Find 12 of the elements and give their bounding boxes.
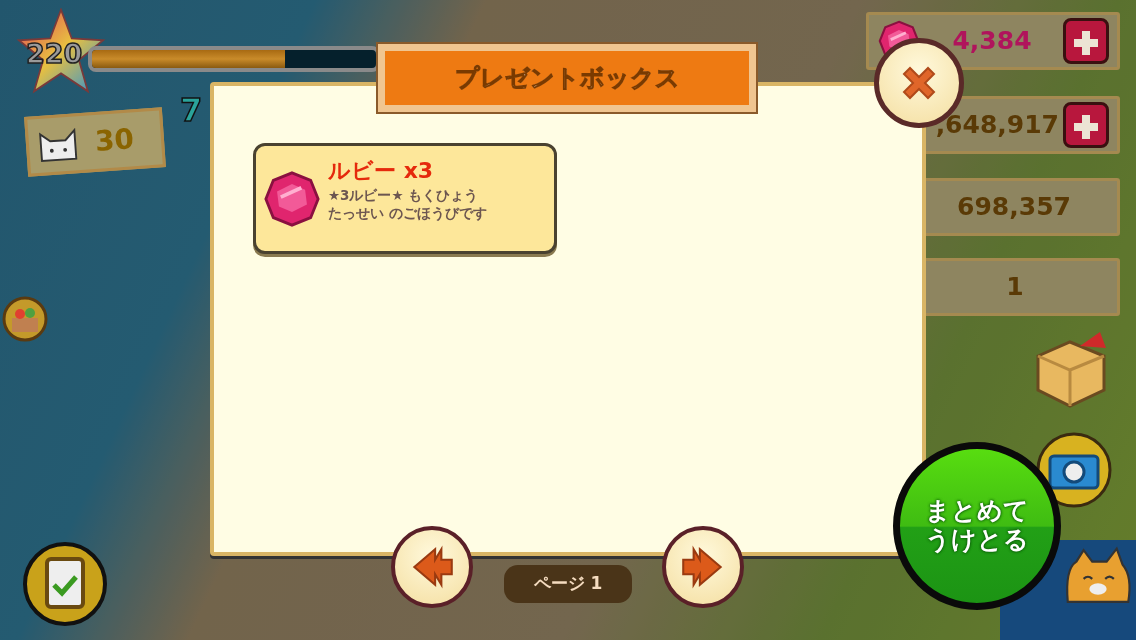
item-description-line: ★3ルビー★ もくひょう: [328, 187, 480, 205]
currency-amount: 698,357: [956, 191, 1072, 224]
currency-amount: 1: [1005, 271, 1025, 304]
item-description-line: たっせい のごほうびです: [328, 204, 487, 223]
side-number: 7: [180, 90, 203, 131]
present-item-card[interactable]: ルビー x3 ★3ルビー★ もくひょう たっせい のごほうびです: [253, 143, 557, 254]
dialog-title: プレゼントボックス: [378, 44, 756, 112]
page-indicator: ページ 1: [504, 565, 632, 603]
currency-amount: ,648,917: [934, 109, 1060, 142]
item-name: ルビー x3: [328, 157, 435, 185]
currency-amount: 4,384: [951, 25, 1033, 58]
cat-count: 30: [93, 121, 136, 160]
